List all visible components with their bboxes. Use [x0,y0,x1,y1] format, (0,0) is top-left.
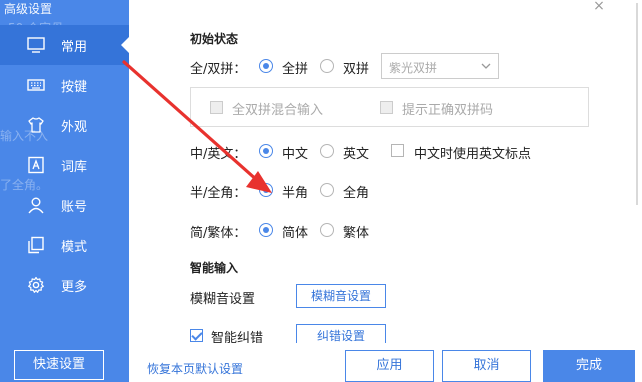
sidebar-item-label: 词库 [61,160,88,175]
radio-quanpin-label[interactable]: 全拼 [282,58,308,77]
radio-quanpin[interactable] [259,59,273,73]
radio-chinese-label[interactable]: 中文 [282,143,308,162]
hint-code-checkbox[interactable] [380,101,393,114]
radio-shuangpin-label[interactable]: 双拼 [343,58,369,77]
mixed-input-checkbox[interactable] [210,101,223,114]
sidebar-item-lexicon[interactable]: 词库 [0,145,129,185]
radio-fullwidth[interactable] [320,183,334,197]
radio-chinese[interactable] [259,144,273,158]
gear-icon [28,276,44,293]
english-punct-label[interactable]: 中文时使用英文标点 [414,143,531,162]
quanshuang-label: 全/双拼： [190,62,247,77]
mixed-input-label: 全双拼混合输入 [232,103,324,118]
sidebar-item-account[interactable]: 账号 [0,185,129,225]
scrollbar[interactable] [636,3,638,205]
smart-correct-checkbox[interactable] [190,329,203,342]
shuangpin-scheme-select[interactable]: 紫光双拼 [381,53,499,79]
section-title-smart-input: 智能输入 [190,261,239,275]
radio-shuangpin[interactable] [320,59,334,73]
radio-traditional[interactable] [320,223,334,237]
apply-button[interactable]: 应用 [345,350,434,382]
radio-english-label[interactable]: 英文 [343,143,369,162]
zhongying-label: 中/英文： [190,147,247,162]
fuzzy-pinyin-settings-button[interactable]: 模糊音设置 [296,284,386,308]
radio-halfwidth-label[interactable]: 半角 [282,182,308,201]
sidebar-item-label: 账号 [61,200,88,215]
tshirt-icon [28,117,44,133]
sidebar-item-label: 更多 [61,280,88,295]
radio-fullwidth-label[interactable]: 全角 [343,182,369,201]
lexicon-icon [28,156,44,174]
sidebar-item-common[interactable]: 常用 [0,25,129,65]
jianfan-label: 简/繁体： [190,226,247,241]
mode-icon [28,236,44,254]
chevron-down-icon [481,63,491,69]
radio-halfwidth[interactable] [259,183,273,197]
sidebar-item-label: 外观 [61,120,88,135]
hint-code-label: 提示正确双拼码 [402,103,494,118]
quick-settings-button[interactable]: 快速设置 [14,350,104,380]
sidebar-item-label: 按键 [61,80,88,95]
shuangpin-scheme-value: 紫光双拼 [389,61,438,75]
window-title: 高级设置 [4,2,53,16]
radio-english[interactable] [320,144,334,158]
sidebar: 高级设置 50 个字母 输入不入 了全角。 常用 按键 外观 词库 [0,0,129,382]
fuzzy-pinyin-label: 模糊音设置 [190,292,256,307]
sidebar-item-keys[interactable]: 按键 [0,65,129,105]
close-icon[interactable]: × [590,0,608,14]
banquan-label: 半/全角： [190,186,247,201]
radio-simplified-label[interactable]: 简体 [282,222,308,241]
sidebar-item-label: 常用 [61,40,88,55]
sidebar-item-more[interactable]: 更多 [0,265,129,305]
section-title-initial-state: 初始状态 [190,32,239,46]
sidebar-item-label: 模式 [61,240,88,255]
sidebar-item-mode[interactable]: 模式 [0,225,129,265]
restore-defaults-link[interactable]: 恢复本页默认设置 [147,360,243,377]
radio-simplified[interactable] [259,223,273,237]
keyboard-icon [27,79,45,91]
monitor-icon [27,37,45,53]
done-button[interactable]: 完成 [543,350,635,382]
cancel-button[interactable]: 取消 [442,350,531,382]
sidebar-item-appearance[interactable]: 外观 [0,105,129,145]
english-punct-checkbox[interactable] [391,144,404,157]
user-icon [28,197,44,214]
radio-traditional-label[interactable]: 繁体 [343,222,369,241]
